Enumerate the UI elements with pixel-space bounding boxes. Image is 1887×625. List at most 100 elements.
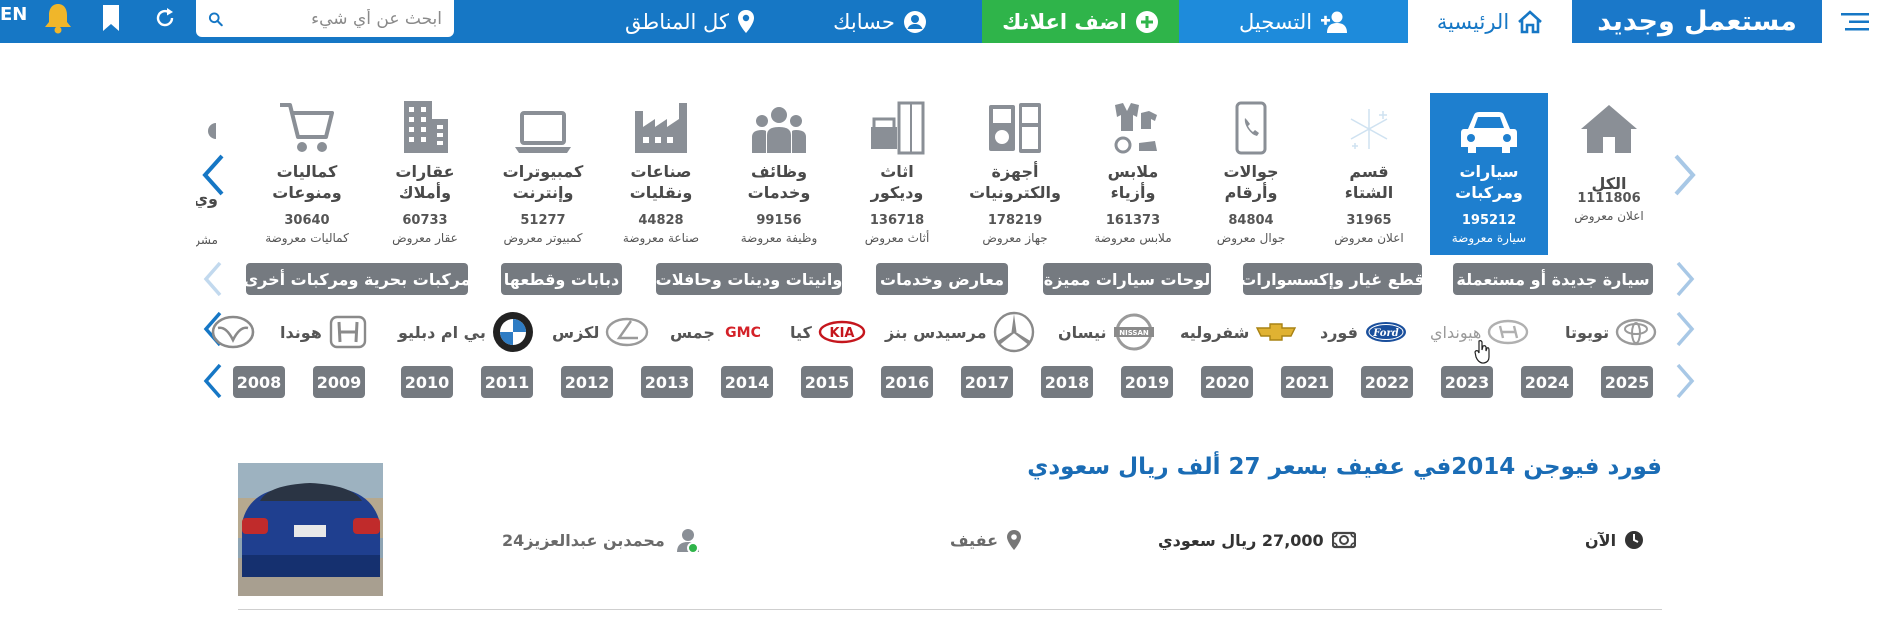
brand-mercedes[interactable]: مرسيدس بنز [885,311,1035,353]
category-computers[interactable]: كمبيوترات وإنترنت 51277 كمبيوتر معروض [484,93,602,255]
category-realestate[interactable]: عقارات وأملاك 60733 عقار معروض [366,93,484,255]
clock-icon [1625,531,1644,549]
car-icon [1461,112,1517,153]
brand-lexus[interactable]: لكزس [552,312,649,352]
refresh-button[interactable] [150,0,180,36]
category-unit: اعلان معروض [1574,209,1644,223]
category-unit: كمبيوتر معروض [503,231,583,245]
subcategory-chip[interactable]: لوحات سيارات مميزة [1043,263,1211,295]
year-chip[interactable]: 2010 [401,366,453,398]
nav-register-label: التسجيل [1238,9,1313,34]
category-label: قسم الشتاء [1344,162,1394,202]
brand-bmw[interactable]: بي ام دبليو [398,312,534,352]
year-chip[interactable]: 2023 [1441,366,1493,398]
category-unit: أثاث معروض [864,231,930,245]
mouse-cursor [1474,340,1492,368]
brand-chevrolet[interactable]: شفروليه [1180,312,1297,352]
subcategory-chip[interactable]: مركبات بحرية ومركبات أخرى [243,263,471,295]
category-misc[interactable]: كماليات ومنوعات 30640 كماليات معروضة [248,93,366,255]
chevron-right-icon [1674,154,1696,196]
category-partial[interactable]: وي مشر [196,93,218,255]
years-prev-arrow[interactable] [198,360,228,402]
category-winter[interactable]: قسم الشتاء 31965 اعلان معروض [1310,93,1428,255]
category-label: سيارات ومركبات [1455,162,1523,202]
chevron-right-icon [1676,363,1695,399]
listing-thumbnail[interactable] [238,463,383,596]
notifications-button[interactable] [40,0,76,36]
category-phones[interactable]: جوالات وأرقام 84804 جوال معروض [1192,93,1310,255]
hamburger-menu-icon [1840,12,1869,30]
year-chip[interactable]: 2024 [1521,366,1573,398]
cart-icon [280,103,334,152]
subcategory-chip[interactable]: دبابات وقطعها [501,263,622,295]
category-label: وي [196,189,218,208]
lexus-logo-icon [606,317,649,347]
year-chip[interactable]: 2018 [1041,366,1093,398]
nav-account[interactable]: حسابك [780,0,980,43]
category-label: وظائف وخدمات [747,162,811,202]
year-chip[interactable]: 2022 [1361,366,1413,398]
subcategory-chip[interactable]: وانيتات ودينات وحافلات [656,263,842,295]
nav-regions[interactable]: كل المناطق [600,0,780,43]
year-chip[interactable]: 2019 [1121,366,1173,398]
category-label: كماليات ومنوعات [272,162,342,202]
search-input[interactable] [223,8,442,29]
money-icon [1331,531,1356,549]
category-industries[interactable]: صناعات ونقليات 44828 صناعة معروضة [602,93,720,255]
bookmark-button[interactable] [96,0,126,36]
category-furniture[interactable]: اثاث وديكور 136718 أثاث معروض [838,93,956,255]
clothes-icon [1114,103,1157,154]
year-chip[interactable]: 2025 [1601,366,1653,398]
mercedes-logo-icon [993,311,1034,353]
year-chip[interactable]: 2009 [313,366,365,398]
brand-kia[interactable]: KIA كيا [790,312,866,352]
site-logo[interactable]: مستعمل وجديد [1572,0,1822,43]
brand-nissan[interactable]: NISSAN نيسان [1058,312,1156,352]
brand-mazda[interactable] [210,312,256,352]
home-icon [1518,9,1543,33]
categories-next-arrow[interactable] [1668,150,1702,200]
year-chip[interactable]: 2015 [801,366,853,398]
language-toggle[interactable]: EN [0,4,27,25]
subcategory-chip[interactable]: معارض وخدمات [876,263,1008,295]
category-cars[interactable]: سيارات ومركبات 195212 سيارة معروضة [1430,93,1548,255]
brand-ford[interactable]: Ford فورد [1320,312,1408,352]
brands-next-arrow[interactable] [1670,308,1700,350]
category-all[interactable]: الكل 1111806 اعلان معروض [1550,93,1668,255]
nav-register[interactable]: التسجيل [1179,0,1408,43]
year-chip[interactable]: 2008 [233,366,285,398]
listing-title[interactable]: فورد فيوجن 2014في عفيف بسعر 27 ألف ريال … [1000,454,1662,480]
add-ad-button[interactable]: اضف اعلانك [982,0,1179,43]
subcategory-chip[interactable]: سيارة جديدة أو مستعملة [1453,263,1653,295]
nav-home[interactable]: الرئيسية [1408,0,1572,43]
year-chip[interactable]: 2021 [1281,366,1333,398]
year-chip[interactable]: 2012 [561,366,613,398]
year-chip[interactable]: 2013 [641,366,693,398]
user-circle-icon [903,10,926,33]
years-next-arrow[interactable] [1670,360,1700,402]
appliances-icon [989,103,1041,153]
category-count: 195212 [1461,213,1517,228]
category-clothes[interactable]: ملابس وأزياء 161373 ملابس معروضة [1074,93,1192,255]
year-chip[interactable]: 2011 [481,366,533,398]
category-unit: سيارة معروضة [1451,231,1527,245]
subcategory-chip[interactable]: قطع غيار وإكسسوارات [1240,263,1425,295]
year-chip[interactable]: 2014 [721,366,773,398]
category-jobs[interactable]: وظائف وخدمات 99156 وظيفة معروضة [720,93,838,255]
menu-button[interactable] [1822,0,1887,43]
year-chip[interactable]: 2020 [1201,366,1253,398]
year-chip[interactable]: 2016 [881,366,933,398]
year-chip[interactable]: 2017 [961,366,1013,398]
brand-toyota[interactable]: تويوتا [1565,312,1657,352]
brand-honda[interactable]: هوندا [280,312,368,352]
listing-city: عفيف [950,526,1022,554]
subcategories-prev-arrow[interactable] [198,258,228,300]
brand-gmc[interactable]: GMC جمس [670,312,765,352]
search-icon[interactable] [208,7,223,31]
listing-time-text: الآن [1585,530,1617,550]
hyundai-logo-icon [1488,319,1529,345]
category-electronics[interactable]: أجهزة والكترونيات 178219 جهاز معروض [956,93,1074,255]
subcategories-next-arrow[interactable] [1670,258,1700,300]
listing-user[interactable]: محمدبن عبدالعزيز24 [502,526,701,554]
category-label: عقارات وأملاك [395,162,455,202]
